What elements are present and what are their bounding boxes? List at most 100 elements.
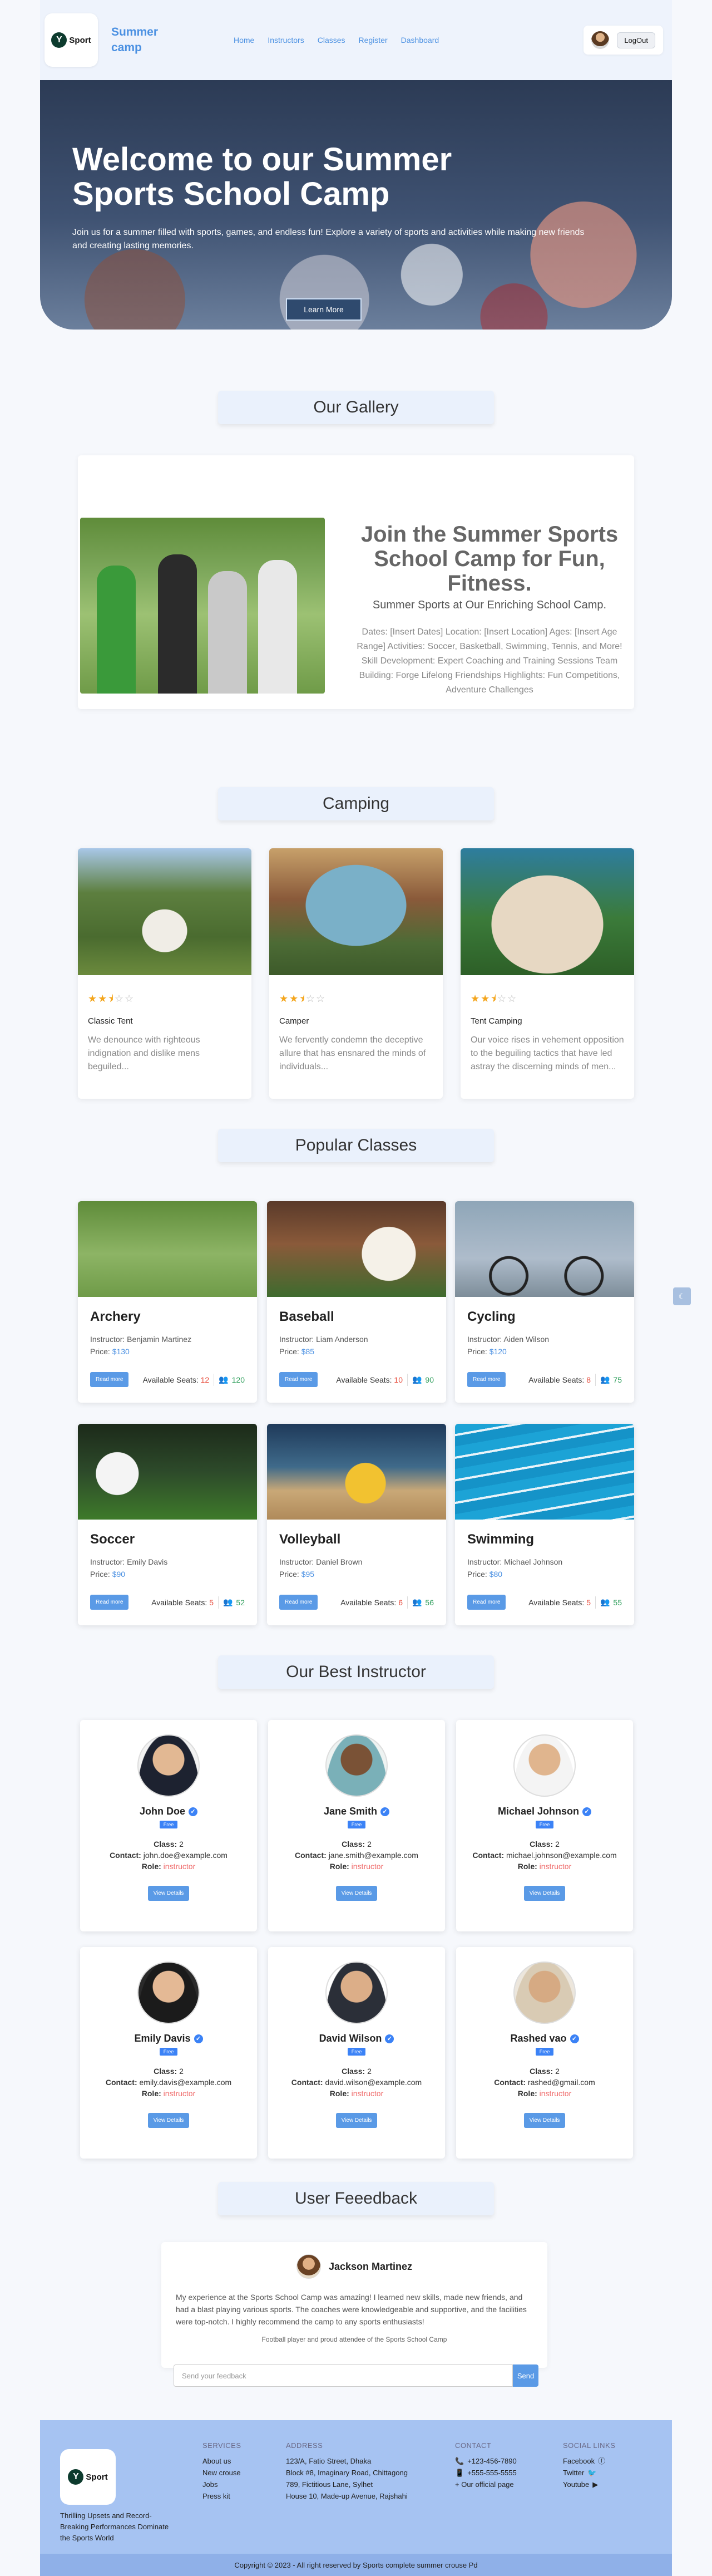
view-details-button[interactable]: View Details (147, 1886, 190, 1901)
student-count: 55 (613, 1597, 622, 1607)
send-feedback-button[interactable]: Send (513, 2364, 538, 2387)
role-label: Role: (329, 1862, 349, 1871)
verified-icon: ✓ (380, 1807, 390, 1816)
footer-logo[interactable]: Y Sport (60, 2449, 116, 2505)
camp-category: Tent Camping (471, 1016, 522, 1026)
camp-card[interactable]: ★★⯨☆☆ Tent Camping Our voice rises in ve… (461, 848, 634, 1099)
camp-card[interactable]: ★★⯨☆☆ Camper We fervently condemn the de… (269, 848, 443, 1099)
read-more-button[interactable]: Read more (279, 1372, 318, 1387)
facebook-icon[interactable]: ⓕ (598, 2455, 605, 2467)
footer-link-press-kit[interactable]: Press kit (202, 2490, 241, 2502)
instructor-role: instructor (539, 2089, 572, 2098)
nav-link-dashboard[interactable]: Dashboard (401, 36, 439, 45)
social-twitter[interactable]: Twitter (563, 2467, 584, 2479)
instructor-contact: emily.davis@example.com (139, 2078, 232, 2087)
instructor-card[interactable]: John Doe ✓ Free Class: 2 Contact: john.do… (80, 1720, 257, 1931)
price-label: Price: (279, 1570, 299, 1579)
class-card[interactable]: Baseball Instructor: Liam Anderson Price… (267, 1201, 446, 1403)
class-price: $80 (489, 1570, 503, 1579)
class-card[interactable]: Swimming Instructor: Michael Johnson Pri… (455, 1424, 634, 1625)
camp-image-tent-camping (461, 848, 634, 975)
class-card[interactable]: Volleyball Instructor: Daniel Brown Pric… (267, 1424, 446, 1625)
instructor-label: Instructor: (467, 1557, 502, 1566)
role-label: Role: (141, 1862, 161, 1871)
nav-link-register[interactable]: Register (359, 36, 388, 45)
social-youtube[interactable]: Youtube (563, 2479, 589, 2490)
price-label: Price: (467, 1347, 487, 1356)
logout-button[interactable]: LogOut (617, 32, 655, 48)
students-icon: 👥 (600, 1597, 610, 1606)
read-more-button[interactable]: Read more (279, 1595, 318, 1610)
view-details-button[interactable]: View Details (335, 1886, 378, 1901)
gallery-section-title: Our Gallery (218, 391, 494, 424)
rating-stars: ★★⯨☆☆ (279, 993, 327, 1004)
plan-badge: Free (347, 2048, 366, 2056)
contact-label: Contact: (494, 2078, 526, 2087)
nav-link-instructors[interactable]: Instructors (268, 36, 304, 45)
student-count: 52 (236, 1597, 245, 1607)
social-facebook[interactable]: Facebook (563, 2455, 595, 2467)
view-details-button[interactable]: View Details (523, 1886, 566, 1901)
theme-toggle-icon[interactable]: ☾ (673, 1287, 691, 1305)
instructor-classes: 2 (555, 2067, 560, 2076)
contact-phone[interactable]: +123-456-7890 (467, 2455, 517, 2467)
instructor-card[interactable]: Rashed vao ✓ Free Class: 2 Contact: rashe… (456, 1947, 633, 2159)
instructor-card[interactable]: David Wilson ✓ Free Class: 2 Contact: dav… (268, 1947, 445, 2159)
read-more-button[interactable]: Read more (467, 1595, 506, 1610)
footer-services: SERVICES About us New crouse Jobs Press … (202, 2441, 241, 2502)
class-label: Class: (342, 2067, 365, 2076)
contact-phone[interactable]: +555-555-5555 (467, 2467, 517, 2479)
plan-badge: Free (535, 2048, 554, 2056)
view-details-button[interactable]: View Details (335, 2113, 378, 2128)
student-count: 90 (425, 1375, 434, 1384)
class-name: Cycling (467, 1309, 516, 1324)
view-details-button[interactable]: View Details (147, 2113, 190, 2128)
footer-link-new-course[interactable]: New crouse (202, 2467, 241, 2479)
instructor-label: Instructor: (279, 1557, 314, 1566)
footer-link-about[interactable]: About us (202, 2455, 241, 2467)
instructor-label: Instructor: (279, 1335, 314, 1344)
read-more-button[interactable]: Read more (90, 1372, 129, 1387)
read-more-button[interactable]: Read more (90, 1595, 129, 1610)
youtube-icon[interactable]: ▶ (592, 2479, 598, 2490)
site-logo[interactable]: Y Sport (44, 13, 98, 67)
instructor-photo (137, 1734, 200, 1797)
feedback-card: Jackson Martinez My experience at the Sp… (161, 2242, 547, 2368)
address-line: House 10, Made-up Avenue, Rajshahi (286, 2492, 408, 2500)
address-line: 789, Fictitious Lane, Sylhet (286, 2480, 373, 2489)
navbar: Y Sport Summer camp Home Instructors Cla… (40, 0, 672, 80)
reviewer-subtitle: Football player and proud attendee of th… (261, 2336, 447, 2343)
verified-icon: ✓ (570, 2034, 579, 2043)
reviewer-avatar (296, 2254, 321, 2279)
read-more-button[interactable]: Read more (467, 1372, 506, 1387)
instructor-card[interactable]: Jane Smith ✓ Free Class: 2 Contact: jane.… (268, 1720, 445, 1931)
footer-social: SOCIAL LINKS Facebook ⓕ Twitter 🐦 Youtube ▶ (563, 2441, 615, 2490)
twitter-icon[interactable]: 🐦 (587, 2467, 596, 2479)
user-avatar[interactable] (591, 31, 610, 49)
class-card[interactable]: Cycling Instructor: Aiden Wilson Price: … (455, 1201, 634, 1403)
footer-link-jobs[interactable]: Jobs (202, 2479, 241, 2490)
class-card[interactable]: Soccer Instructor: Emily Davis Price: $9… (78, 1424, 257, 1625)
contact-label: Contact: (472, 1851, 505, 1860)
class-instructor: Liam Anderson (316, 1335, 368, 1344)
feedback-input[interactable]: Send your feedback (174, 2364, 513, 2387)
instructor-card[interactable]: Emily Davis ✓ Free Class: 2 Contact: emil… (80, 1947, 257, 2159)
nav-link-classes[interactable]: Classes (318, 36, 345, 45)
class-label: Class: (154, 2067, 177, 2076)
view-details-button[interactable]: View Details (523, 2113, 566, 2128)
instructor-card[interactable]: Michael Johnson ✓ Free Class: 2 Contact: … (456, 1720, 633, 1931)
camp-card[interactable]: ★★⯨☆☆ Classic Tent We denounce with righ… (78, 848, 251, 1099)
class-card[interactable]: Archery Instructor: Benjamin Martinez Pr… (78, 1201, 257, 1403)
camp-description: Our voice rises in vehement opposition t… (471, 1035, 624, 1071)
class-price: $130 (112, 1347, 130, 1356)
learn-more-button[interactable]: Learn More (286, 298, 362, 321)
brand-title[interactable]: Summer camp (111, 24, 184, 56)
official-page-link[interactable]: + Our official page (455, 2479, 517, 2490)
class-label: Class: (154, 1840, 177, 1849)
class-image-volleyball (267, 1424, 446, 1520)
social-title: SOCIAL LINKS (563, 2441, 616, 2450)
instructor-name: John Doe (139, 1806, 185, 1817)
instructor-name: Michael Johnson (497, 1806, 580, 1817)
class-price: $90 (112, 1570, 126, 1579)
nav-link-home[interactable]: Home (234, 36, 254, 45)
